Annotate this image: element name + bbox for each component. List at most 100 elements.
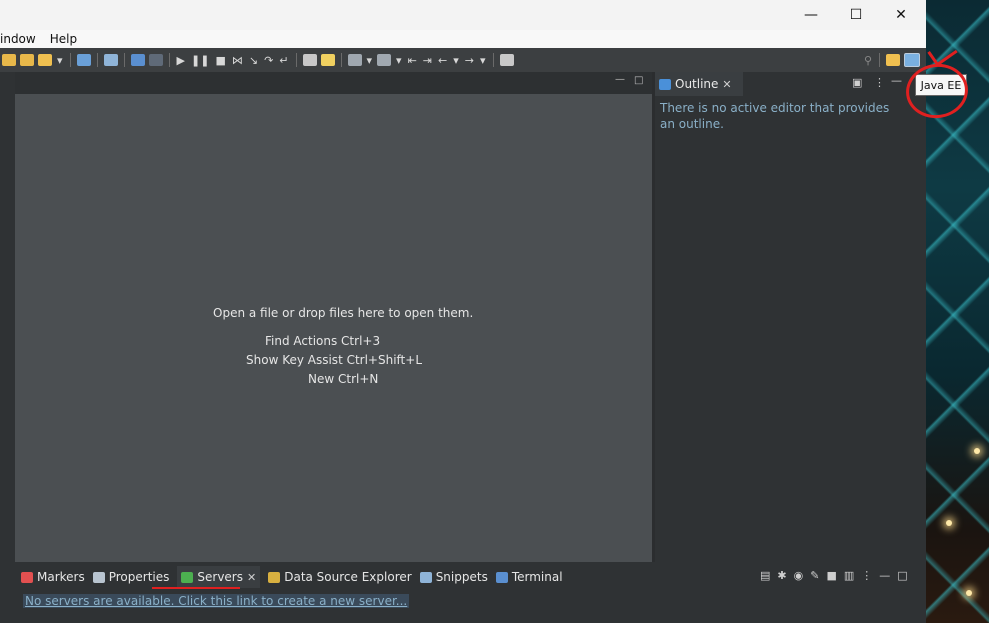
brush-icon[interactable] (38, 54, 52, 66)
step-into-icon[interactable]: ↘ (249, 54, 258, 67)
back-icon[interactable]: ← (438, 54, 447, 67)
servers-icon (181, 571, 194, 583)
profile-server-icon[interactable]: ✎ (810, 569, 819, 582)
java-ee-perspective-icon[interactable] (904, 53, 920, 67)
toolbar-separator (295, 53, 297, 67)
toggle-mark-icon[interactable] (320, 54, 335, 66)
outline-icon (659, 78, 671, 90)
menu-help[interactable]: Help (50, 32, 77, 46)
outline-view: Outline ✕ ▣ ⋮ — There is no active edito… (655, 72, 926, 562)
editor-area[interactable]: Open a file or drop files here to open t… (15, 94, 652, 562)
bottom-panel: Markers Properties Servers ✕ Data Source… (15, 562, 926, 623)
chevron-down-icon[interactable]: ▾ (57, 54, 63, 67)
title-bar: — ☐ ✕ (0, 0, 926, 30)
maximize-editor-icon[interactable]: □ (634, 75, 643, 86)
open-folder-icon[interactable] (2, 54, 16, 66)
step-return-icon[interactable]: ↵ (279, 54, 288, 67)
tab-label: Properties (108, 570, 170, 584)
minimize-view-icon[interactable]: — (891, 74, 902, 87)
markers-icon (21, 571, 33, 583)
start-server-icon[interactable]: ◉ (794, 569, 804, 582)
open-perspective-icon[interactable] (886, 54, 900, 66)
step-over-icon[interactable]: ↷ (264, 54, 273, 67)
chevron-down-icon[interactable]: ▾ (453, 54, 459, 67)
minimize-editor-icon[interactable]: — (615, 74, 625, 85)
debug-server-icon[interactable]: ✱ (777, 569, 786, 582)
editor-header: — □ (15, 72, 652, 94)
maximize-icon: ☐ (849, 7, 863, 23)
view-menu-icon[interactable]: ⋮ (874, 76, 885, 89)
annotation-icon[interactable] (347, 54, 362, 66)
terminate-icon[interactable]: ■ (215, 54, 225, 67)
terminal-icon[interactable] (148, 54, 163, 66)
show-key-assist-hint: Show Key Assist Ctrl+Shift+L (246, 353, 423, 367)
bottom-tab-bar: Markers Properties Servers ✕ Data Source… (15, 566, 563, 588)
tab-label: Terminal (511, 570, 563, 584)
pin-icon[interactable] (377, 54, 392, 66)
disconnect-icon[interactable]: ⋈ (232, 54, 243, 67)
minimize-view-icon[interactable]: — (879, 569, 890, 582)
chevron-down-icon[interactable]: ▾ (396, 54, 402, 67)
tab-label: Data Source Explorer (284, 570, 412, 584)
wallpaper-light (946, 520, 952, 526)
wallpaper-light (974, 448, 980, 454)
tab-servers[interactable]: Servers ✕ (177, 566, 261, 588)
tab-label: Snippets (435, 570, 488, 584)
wallpaper-light (966, 590, 972, 596)
maximize-button[interactable]: ☐ (833, 0, 879, 30)
tab-outline[interactable]: Outline ✕ (655, 72, 743, 96)
forward-icon[interactable]: → (465, 54, 474, 67)
close-button[interactable]: ✕ (878, 0, 924, 30)
wizard-icon[interactable] (103, 54, 118, 66)
menu-bar: indow Help (0, 30, 926, 48)
tab-label: Markers (37, 570, 85, 584)
tab-properties[interactable]: Properties (92, 566, 170, 588)
create-server-link[interactable]: No servers are available. Click this lin… (23, 594, 410, 608)
outline-toolbar-icon[interactable]: ▣ (852, 76, 862, 89)
maximize-view-icon[interactable]: □ (897, 569, 907, 582)
snippets-icon (419, 571, 432, 583)
servers-toolbar: ▤ ✱ ◉ ✎ ■ ▥ ⋮ — □ (760, 569, 908, 582)
outline-empty-message: There is no active editor that provides … (660, 101, 890, 131)
chevron-down-icon[interactable]: ▾ (480, 54, 486, 67)
toolbar-separator (340, 53, 342, 67)
minimize-icon: — (804, 7, 818, 23)
next-edit-icon[interactable]: ⇥ (423, 54, 432, 67)
tab-snippets[interactable]: Snippets (419, 566, 488, 588)
new-window-icon[interactable] (499, 54, 514, 66)
open-project-icon[interactable] (20, 54, 34, 66)
chevron-down-icon[interactable]: ▾ (367, 54, 373, 67)
view-menu-icon[interactable]: ⋮ (861, 569, 872, 582)
toolbar-separator (879, 53, 880, 67)
search-icon[interactable]: ⚲ (864, 54, 872, 67)
task-list-icon[interactable] (302, 54, 317, 66)
menu-window[interactable]: indow (0, 32, 36, 46)
properties-icon (92, 571, 105, 583)
tab-terminal[interactable]: Terminal (495, 566, 563, 588)
new-hint: New Ctrl+N (308, 372, 379, 386)
tab-markers[interactable]: Markers (21, 566, 85, 588)
toolbar-separator (123, 53, 125, 67)
stop-server-icon[interactable]: ■ (826, 569, 836, 582)
open-file-hint: Open a file or drop files here to open t… (213, 306, 474, 320)
toolbar-separator (69, 53, 71, 67)
resume-icon[interactable]: ▶ (177, 54, 185, 67)
database-icon (268, 571, 281, 583)
outline-tab-label: Outline (675, 77, 719, 91)
prev-edit-icon[interactable]: ⇤ (408, 54, 417, 67)
new-server-icon[interactable]: ▤ (760, 569, 770, 582)
find-actions-hint: Find Actions Ctrl+3 (265, 334, 381, 348)
console-icon[interactable] (130, 54, 145, 66)
tab-data-source-explorer[interactable]: Data Source Explorer (268, 566, 412, 588)
close-icon[interactable]: ✕ (247, 571, 256, 584)
left-trim (0, 72, 15, 623)
suspend-icon[interactable]: ❚❚ (191, 54, 209, 67)
globe-icon[interactable] (76, 54, 91, 66)
toolbar-separator (96, 53, 98, 67)
toolbar-separator (168, 53, 170, 67)
tab-label: Servers (197, 570, 243, 584)
close-icon: ✕ (895, 7, 907, 23)
close-icon[interactable]: ✕ (722, 78, 731, 91)
minimize-button[interactable]: — (788, 0, 834, 30)
publish-icon[interactable]: ▥ (844, 569, 854, 582)
